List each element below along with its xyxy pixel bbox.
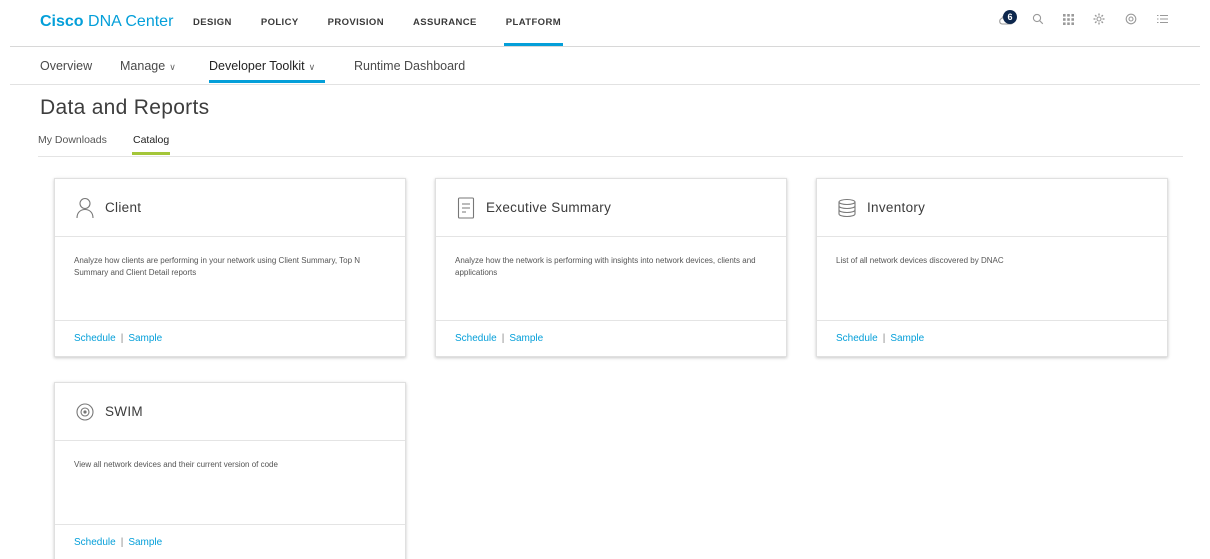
card-title: Inventory xyxy=(867,200,926,215)
card-description: View all network devices and their curre… xyxy=(74,460,278,469)
database-icon xyxy=(836,196,858,220)
chevron-down-icon: ∨ xyxy=(169,62,176,72)
card-title: Executive Summary xyxy=(486,200,612,215)
link-separator: | xyxy=(120,537,124,548)
menu-list-icon[interactable] xyxy=(1153,10,1171,28)
report-card-executive-summary: Executive Summary Analyze how the networ… xyxy=(435,178,787,357)
tab-my-downloads[interactable]: My Downloads xyxy=(38,134,107,146)
card-footer: Schedule | Sample xyxy=(817,320,1167,358)
subnav-developer-toolkit-label: Developer Toolkit xyxy=(209,59,305,73)
settings-icon[interactable] xyxy=(1090,10,1108,28)
subnav-manage-label: Manage xyxy=(120,59,166,73)
tabs-divider xyxy=(38,156,1183,157)
chevron-down-icon: ∨ xyxy=(308,62,316,72)
main-nav: DESIGN POLICY PROVISION ASSURANCE PLATFO… xyxy=(193,0,590,46)
nav-design[interactable]: DESIGN xyxy=(193,0,232,46)
nav-platform[interactable]: PLATFORM xyxy=(503,0,564,46)
nav-assurance[interactable]: ASSURANCE xyxy=(413,0,477,46)
schedule-link[interactable]: Schedule xyxy=(455,333,497,344)
top-navigation-bar: Cisco DNA Center DESIGN POLICY PROVISION… xyxy=(0,0,1210,46)
tab-active-indicator xyxy=(132,152,170,155)
sample-link[interactable]: Sample xyxy=(509,333,543,344)
brand-name-rest: DNA Center xyxy=(88,13,174,30)
schedule-link[interactable]: Schedule xyxy=(836,333,878,344)
report-card-inventory: Inventory List of all network devices di… xyxy=(816,178,1168,357)
card-description: Analyze how clients are performing in yo… xyxy=(74,256,361,277)
nav-policy[interactable]: POLICY xyxy=(261,0,299,46)
sample-link[interactable]: Sample xyxy=(890,333,924,344)
search-icon[interactable] xyxy=(1029,10,1047,28)
report-card-client: Client Analyze how clients are performin… xyxy=(54,178,406,357)
brand-name-bold: Cisco xyxy=(40,13,84,30)
card-header: SWIM xyxy=(55,383,405,441)
document-icon xyxy=(455,196,477,220)
link-separator: | xyxy=(882,333,886,344)
link-separator: | xyxy=(120,333,124,344)
apps-grid-icon[interactable] xyxy=(1059,10,1077,28)
notification-badge: 6 xyxy=(1003,10,1017,24)
card-footer: Schedule | Sample xyxy=(55,320,405,358)
person-icon xyxy=(74,196,96,220)
card-description: List of all network devices discovered b… xyxy=(836,256,1004,265)
subnav-runtime-dashboard[interactable]: Runtime Dashboard xyxy=(354,59,465,73)
subnav-developer-toolkit[interactable]: Developer Toolkit ∨ xyxy=(209,59,315,73)
report-card-swim: SWIM View all network devices and their … xyxy=(54,382,406,559)
subnav-overview[interactable]: Overview xyxy=(40,59,92,73)
page-title: Data and Reports xyxy=(40,96,210,119)
card-header: Inventory xyxy=(817,179,1167,237)
card-header: Executive Summary xyxy=(436,179,786,237)
link-separator: | xyxy=(501,333,505,344)
brand-logo[interactable]: Cisco DNA Center xyxy=(40,13,173,31)
card-title: SWIM xyxy=(105,404,143,419)
subnav-manage[interactable]: Manage ∨ xyxy=(120,59,176,73)
nav-provision[interactable]: PROVISION xyxy=(328,0,384,46)
sample-link[interactable]: Sample xyxy=(128,333,162,344)
disc-icon xyxy=(74,400,96,424)
card-footer: Schedule | Sample xyxy=(55,524,405,559)
help-icon[interactable] xyxy=(1122,10,1140,28)
card-description: Analyze how the network is performing wi… xyxy=(455,256,756,277)
card-header: Client xyxy=(55,179,405,237)
cloud-icon[interactable]: 6 xyxy=(995,10,1017,28)
schedule-link[interactable]: Schedule xyxy=(74,333,116,344)
subnav-divider xyxy=(10,84,1200,85)
sub-navigation: Overview Manage ∨ Developer Toolkit ∨ Runt… xyxy=(0,47,1210,84)
tab-catalog[interactable]: Catalog xyxy=(133,134,169,146)
card-title: Client xyxy=(105,200,142,215)
schedule-link[interactable]: Schedule xyxy=(74,537,116,548)
card-footer: Schedule | Sample xyxy=(436,320,786,358)
subnav-active-indicator xyxy=(209,80,325,83)
sample-link[interactable]: Sample xyxy=(128,537,162,548)
